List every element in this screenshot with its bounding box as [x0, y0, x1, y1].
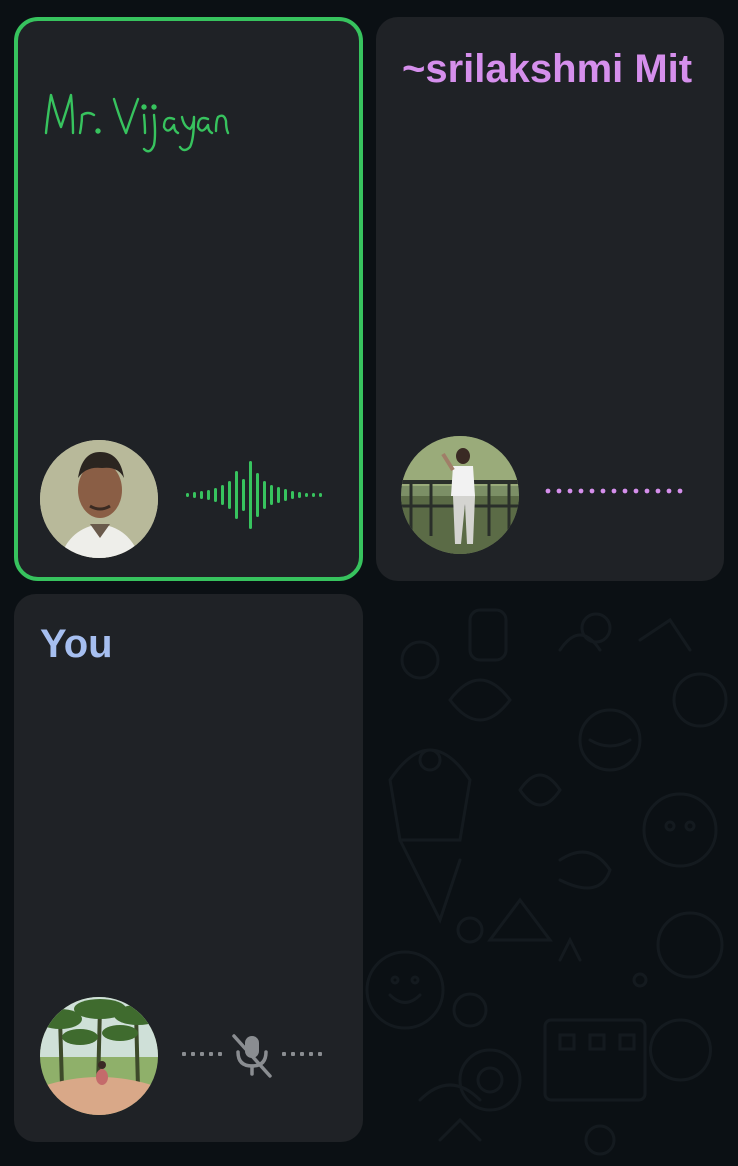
participant-name: ~srilakshmi Mit: [402, 47, 693, 91]
participant-avatar: [401, 436, 519, 554]
participant-tile-self[interactable]: You: [14, 594, 363, 1142]
participant-tile[interactable]: ~srilakshmi Mit: [376, 17, 724, 581]
dotted-line-icon: [545, 488, 683, 494]
participant-tile-active-speaker[interactable]: [14, 17, 363, 581]
participant-avatar: [40, 997, 158, 1115]
mic-off-icon: [182, 1034, 322, 1078]
participant-name-signature: [44, 93, 230, 153]
participant-avatar: [40, 440, 158, 558]
sound-wave-icon: [186, 461, 322, 529]
participant-name: You: [40, 622, 113, 666]
